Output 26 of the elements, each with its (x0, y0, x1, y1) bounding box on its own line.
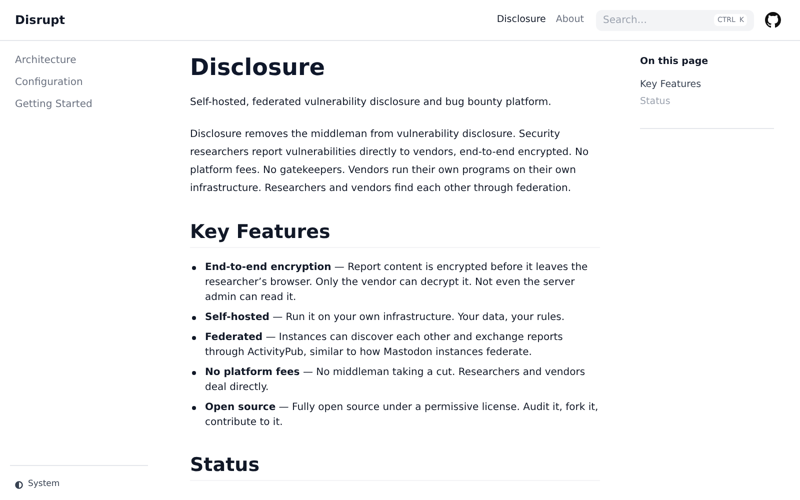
section-heading: Key Features (190, 219, 600, 248)
page-title: Disclosure (190, 54, 326, 83)
section-heading: Status (190, 452, 600, 481)
bullet-icon (192, 316, 196, 320)
site-title[interactable]: Disrupt (15, 11, 66, 29)
toc-title: On this page (640, 55, 710, 69)
sidebar-link[interactable]: Architecture (15, 54, 148, 68)
nav-link[interactable]: Disclosure (496, 12, 546, 28)
bullet-icon (192, 266, 196, 270)
feature-item: End-to-end encryption — Report content is encrypted before it leaves the researcher’s browser. Only the vendor can decrypt it. Not even the server admin can read it. (205, 261, 589, 305)
feature-item: Federated — Instances can discover each other and exchange reports through ActivityPub, similar to how Mastodon instances federate. (205, 331, 564, 360)
nav-link[interactable]: About (556, 12, 584, 28)
feature-item: Open source — Fully open source under a permissive license. Audit it, fork it, contribute to it. (205, 401, 600, 430)
toc-link[interactable]: Key Features (640, 78, 774, 92)
intro-paragraph: Disclosure removes the middleman from vulnerability disclosure. Security researchers report vulnerabilities directly to vendors, end-to-end encrypted. No platform fees. No gatekeepers. Vendors run their own programs on their own infrastructure. Researchers and vendors find each other through federation. (190, 128, 590, 196)
sidebar-link[interactable]: Configuration (15, 76, 148, 90)
contrast-icon (15, 480, 23, 489)
bullet-icon (192, 371, 196, 375)
sidebar-link[interactable]: Getting Started (15, 98, 148, 112)
theme-toggle[interactable]: System (28, 478, 60, 491)
feature-item: Self-hosted — Run it on your own infrastructure. Your data, your rules. (205, 311, 565, 325)
bullet-icon (192, 406, 196, 410)
lead-paragraph: Self-hosted, federated vulnerability disclosure and bug bounty platform. (190, 96, 552, 110)
feature-item: No platform fees — No middleman taking a cut. Researchers and vendors deal directly. (205, 366, 586, 395)
bullet-icon (192, 336, 196, 340)
github-icon[interactable] (765, 12, 781, 28)
